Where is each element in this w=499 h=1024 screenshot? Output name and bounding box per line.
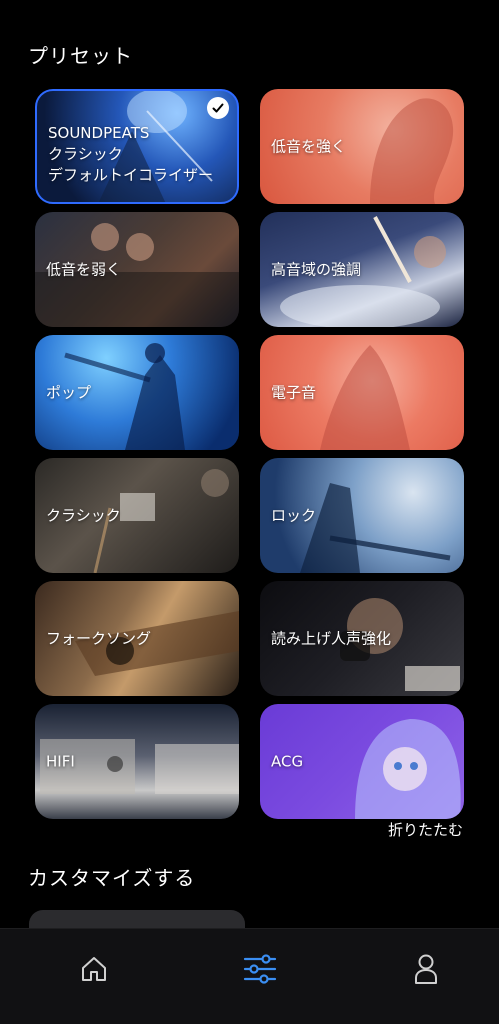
preset-label: ロック — [271, 506, 317, 524]
preset-label: 高音域の強調 — [271, 260, 362, 278]
preset-label: HIFI — [46, 752, 75, 770]
preset-card-hifi[interactable]: HIFI — [35, 704, 239, 819]
customize-section-title: カスタマイズする — [28, 866, 196, 890]
preset-label: ポップ — [46, 383, 92, 401]
preset-label: 低音を弱く — [46, 260, 122, 278]
tab-equalizer[interactable] — [240, 949, 280, 989]
person-icon — [415, 954, 437, 984]
equalizer-icon — [243, 954, 277, 984]
preset-label: 読み上げ人声強化 — [271, 629, 392, 647]
preset-label: SOUNDPEATS クラシック デフォルトイコライザー — [48, 124, 214, 184]
bottom-tab-bar — [0, 928, 499, 1024]
home-icon — [82, 957, 106, 981]
equalizer-screen: プリセット SOUNDPEATS クラシック デフォルトイコライザー 低音を強く — [0, 0, 499, 1024]
preset-card-pop[interactable]: ポップ — [35, 335, 239, 450]
preset-label: 低音を強く — [271, 137, 347, 155]
presets-section-title: プリセット — [28, 44, 133, 68]
preset-grid: SOUNDPEATS クラシック デフォルトイコライザー 低音を強く 低音を弱く — [35, 89, 464, 819]
preset-card-treble-boost[interactable]: 高音域の強調 — [260, 212, 464, 327]
tab-home[interactable] — [74, 949, 114, 989]
preset-label: フォークソング — [46, 629, 152, 647]
tab-profile[interactable] — [406, 949, 446, 989]
preset-card-electronic[interactable]: 電子音 — [260, 335, 464, 450]
preset-card-bass-boost[interactable]: 低音を強く — [260, 89, 464, 204]
checkmark-icon — [207, 97, 229, 119]
preset-card-soundpeats-classic[interactable]: SOUNDPEATS クラシック デフォルトイコライザー — [35, 89, 239, 204]
preset-label: クラシック — [46, 506, 121, 524]
collapse-button[interactable]: 折りたたむ — [388, 819, 463, 840]
preset-card-acg[interactable]: ACG — [260, 704, 464, 819]
preset-card-voice-enhance[interactable]: 読み上げ人声強化 — [260, 581, 464, 696]
preset-label: ACG — [271, 752, 304, 770]
preset-card-bass-reduce[interactable]: 低音を弱く — [35, 212, 239, 327]
preset-card-rock[interactable]: ロック — [260, 458, 464, 573]
preset-card-folk[interactable]: フォークソング — [35, 581, 239, 696]
preset-label: 電子音 — [271, 383, 317, 401]
preset-card-classical[interactable]: クラシック — [35, 458, 239, 573]
